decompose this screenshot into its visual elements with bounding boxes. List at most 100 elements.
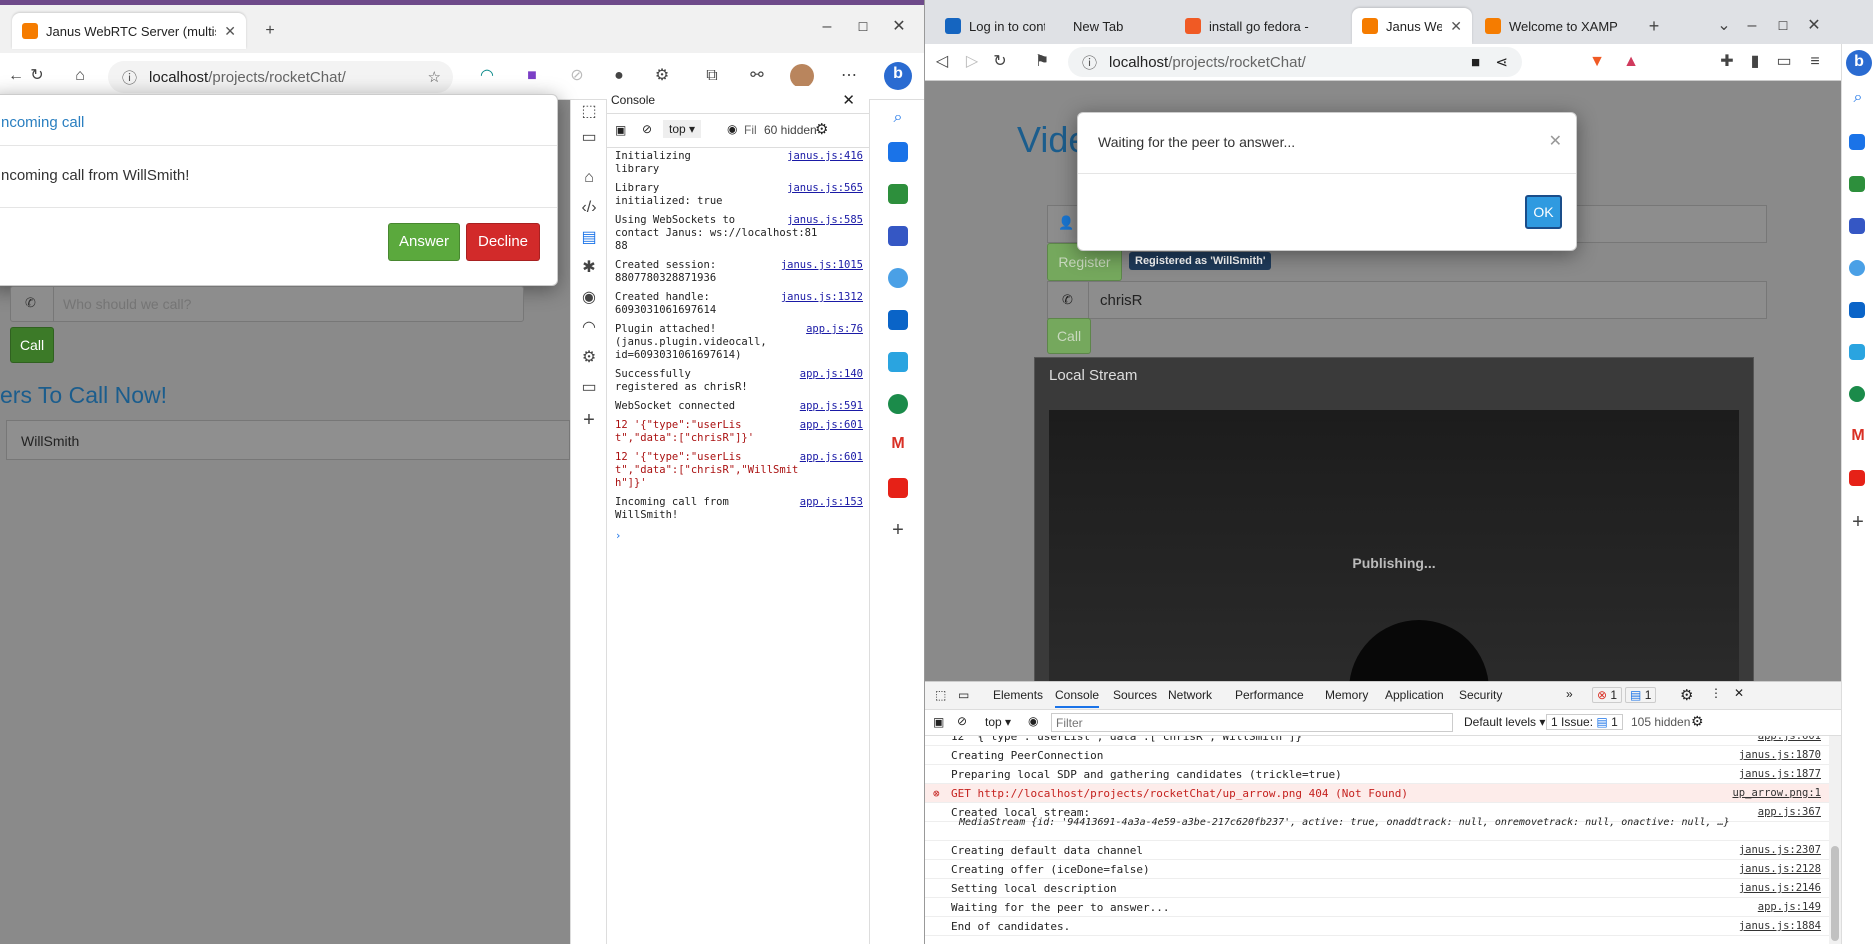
maximize-icon[interactable]: ☐ <box>1771 14 1795 38</box>
decline-button[interactable]: Decline <box>466 223 540 261</box>
tree-icon[interactable] <box>888 394 908 414</box>
call-button[interactable]: Call <box>1047 318 1091 354</box>
outlook-icon[interactable] <box>888 310 908 330</box>
tab-1[interactable]: New Tab <box>1063 8 1173 44</box>
source-link[interactable]: app.js:149 <box>1758 898 1821 917</box>
extensions-icon[interactable]: ⚙ <box>650 64 674 88</box>
reload-icon[interactable]: ↻ <box>25 64 49 88</box>
close-window-icon[interactable]: ✕ <box>1802 14 1826 38</box>
bing-icon[interactable]: b <box>884 62 912 90</box>
close-icon[interactable]: ✕ <box>1734 686 1744 700</box>
inspect-icon[interactable]: ⬚ <box>577 100 601 124</box>
info-icon[interactable]: ⓘ <box>122 67 137 88</box>
close-tab-icon[interactable]: ✕ <box>224 23 236 40</box>
device-icon[interactable]: ▭ <box>577 126 601 150</box>
source-link[interactable]: up_arrow.png:1 <box>1732 784 1821 803</box>
source-link[interactable]: janus.js:585 <box>787 214 863 227</box>
home-icon[interactable]: ⌂ <box>68 64 92 88</box>
source-link[interactable]: app.js:76 <box>806 323 863 336</box>
source-link[interactable]: janus.js:1870 <box>1739 746 1821 765</box>
performance-icon[interactable]: ◠ <box>577 316 601 340</box>
telegram-icon[interactable] <box>888 352 908 372</box>
games-icon[interactable] <box>1849 218 1865 234</box>
tab-3[interactable]: Janus WebR ✕ <box>1352 8 1472 44</box>
context-select[interactable]: top ▾ <box>985 715 1011 729</box>
devtools-tab[interactable]: Application <box>1385 688 1444 702</box>
camera-icon[interactable]: ■ <box>1471 54 1480 71</box>
close-icon[interactable]: ✕ <box>842 91 855 109</box>
youtube-icon[interactable] <box>888 478 908 498</box>
scrollbar-thumb[interactable] <box>1831 846 1839 941</box>
callee-input[interactable] <box>63 293 503 315</box>
games-icon[interactable] <box>888 226 908 246</box>
settings-icon[interactable]: ⚙ <box>1680 686 1693 704</box>
more-tabs-icon[interactable]: » <box>1566 687 1573 701</box>
devtools-tab[interactable]: Elements <box>993 688 1043 702</box>
tools-icon[interactable] <box>1849 176 1865 192</box>
source-link[interactable]: app.js:601 <box>1758 736 1821 746</box>
source-link[interactable]: janus.js:1015 <box>781 259 863 272</box>
settings-icon[interactable]: ⚙ <box>577 346 601 370</box>
back-icon[interactable]: ◁ <box>930 50 954 74</box>
office-icon[interactable] <box>888 268 908 288</box>
bookmark-icon[interactable]: ⚑ <box>1030 50 1054 74</box>
brave-rewards-icon[interactable]: ▲ <box>1619 50 1643 74</box>
forward-icon[interactable]: ▷ <box>960 50 984 74</box>
brave-shields-icon[interactable]: ▼ <box>1585 50 1609 74</box>
shopping-icon[interactable] <box>1849 134 1865 150</box>
devtools-tab[interactable]: Security <box>1459 688 1502 702</box>
source-link[interactable]: app.js:591 <box>800 400 863 413</box>
source-link[interactable]: janus.js:2128 <box>1739 860 1821 879</box>
application-icon[interactable]: ▭ <box>577 376 601 400</box>
search-icon[interactable]: ⌕ <box>886 106 910 130</box>
source-link[interactable]: janus.js:1884 <box>1739 917 1821 936</box>
collections-icon[interactable]: ⧉ <box>700 64 724 88</box>
context-select[interactable]: top ▾ <box>663 120 702 138</box>
gmail-icon[interactable]: M <box>1846 424 1870 448</box>
favorite-icon[interactable]: ☆ <box>428 68 441 86</box>
add-icon[interactable]: + <box>1846 510 1870 534</box>
source-link[interactable]: janus.js:416 <box>787 150 863 163</box>
elements-icon[interactable]: ‹/› <box>577 196 601 220</box>
inspect-icon[interactable]: ⬚ <box>935 688 946 702</box>
sources-icon[interactable]: ✱ <box>577 256 601 280</box>
reload-icon[interactable]: ↻ <box>988 50 1012 74</box>
filter-input[interactable] <box>1051 713 1453 732</box>
console-icon[interactable]: ▤ <box>577 226 601 250</box>
gmail-icon[interactable]: M <box>886 432 910 456</box>
tools-icon[interactable] <box>888 184 908 204</box>
info-icon[interactable]: ⓘ <box>1082 52 1097 73</box>
devtools-tab[interactable]: Memory <box>1325 688 1368 702</box>
maximize-icon[interactable]: ☐ <box>851 15 875 39</box>
ok-button[interactable]: OK <box>1525 195 1562 229</box>
telegram-icon[interactable] <box>1849 344 1865 360</box>
add-tool-icon[interactable]: + <box>577 408 601 432</box>
tree-icon[interactable] <box>1849 386 1865 402</box>
tab-4[interactable]: Welcome to XAMP <box>1475 8 1635 44</box>
callee-value[interactable]: chrisR <box>1100 292 1143 309</box>
share-icon[interactable]: ⋖ <box>1495 53 1508 71</box>
settings-icon[interactable]: ⚙ <box>815 120 828 138</box>
close-tab-icon[interactable]: ✕ <box>1450 18 1462 35</box>
eye-icon[interactable]: ◉ <box>727 122 737 136</box>
tab-janus[interactable]: Janus WebRTC Server (multist ✕ <box>12 13 246 49</box>
sidebar-toggle-icon[interactable]: ▣ <box>933 715 944 729</box>
source-link[interactable]: janus.js:2307 <box>1739 841 1821 860</box>
wallet-icon[interactable]: ▭ <box>1772 50 1796 74</box>
minimize-icon[interactable]: – <box>815 15 839 39</box>
office-icon[interactable] <box>1849 260 1865 276</box>
new-tab-icon[interactable]: + <box>1642 14 1666 38</box>
issues-button[interactable]: 1 Issue: ▤ 1 <box>1546 714 1623 730</box>
add-icon[interactable]: + <box>886 518 910 542</box>
performance-icon[interactable]: ⚯ <box>745 64 769 88</box>
avatar[interactable] <box>790 64 814 88</box>
sidebar-icon[interactable]: ▮ <box>1743 50 1767 74</box>
tab-2[interactable]: install go fedora - <box>1175 8 1345 44</box>
source-link[interactable]: app.js:601 <box>800 451 863 464</box>
devtools-tab[interactable]: Network <box>1168 688 1212 702</box>
tab-search-icon[interactable]: ⌄ <box>1712 14 1736 38</box>
sidebar-toggle-icon[interactable]: ▣ <box>615 123 626 137</box>
bing-icon[interactable]: b <box>1846 50 1872 76</box>
source-link[interactable]: janus.js:565 <box>787 182 863 195</box>
source-link[interactable]: app.js:140 <box>800 368 863 381</box>
